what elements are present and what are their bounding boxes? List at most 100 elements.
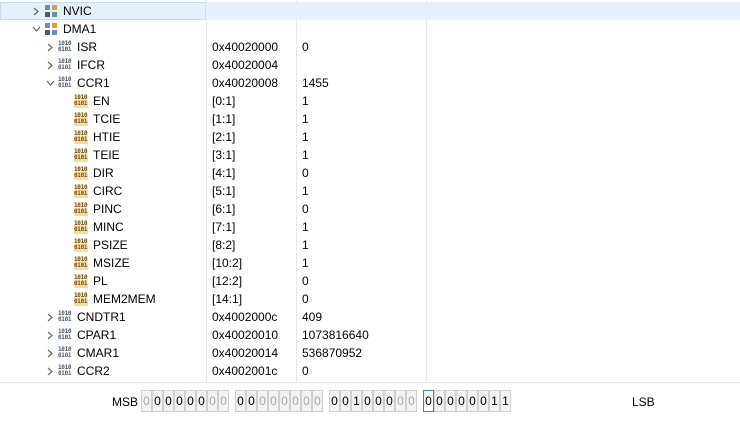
tree-row-ifcr[interactable]: 1010 0101 IFCR 0x40020004 [0, 56, 740, 74]
tree-row-name-cell[interactable]: 1010 0101 IFCR [0, 56, 206, 74]
tree-row-name-cell[interactable]: 1010 0101 MEM2MEM [0, 290, 206, 308]
bit-14[interactable]: 0 [340, 390, 351, 412]
tree-row-cpar1[interactable]: 1010 0101 CPAR1 0x40020010 1073816640 [0, 326, 740, 344]
tree-row-name-cell[interactable]: 1010 0101 CIRC [0, 182, 206, 200]
tree-row-name-cell[interactable]: 1010 0101 CPAR1 [0, 326, 206, 344]
chevron-right-icon[interactable] [44, 38, 56, 56]
tree-row-tcie[interactable]: 1010 0101 TCIE [1:1] 1 [0, 110, 740, 128]
chevron-down-icon[interactable] [30, 20, 42, 38]
value-cell[interactable] [302, 20, 424, 38]
bit-6[interactable]: 0 [434, 390, 445, 412]
tree-row-name-cell[interactable]: 1010 0101 TEIE [0, 146, 206, 164]
value-cell[interactable]: 536870952 [302, 344, 424, 362]
tree-row-name-cell[interactable]: 1010 0101 CCR1 [0, 74, 206, 92]
chevron-right-icon[interactable] [44, 308, 56, 326]
bit-26[interactable]: 0 [196, 390, 207, 412]
bit-28[interactable]: 0 [174, 390, 185, 412]
value-cell[interactable]: 1 [302, 236, 424, 254]
value-cell[interactable]: 1 [302, 110, 424, 128]
tree-row-name-cell[interactable]: 1010 0101 CCR2 [0, 362, 206, 380]
value-cell[interactable]: 0 [302, 272, 424, 290]
bit-11[interactable]: 0 [373, 390, 384, 412]
value-cell[interactable] [302, 56, 424, 74]
tree-row-name-cell[interactable]: 1010 0101 PINC [0, 200, 206, 218]
value-cell[interactable]: 1 [302, 146, 424, 164]
tree-row-ccr2[interactable]: 1010 0101 CCR2 0x4002001c 0 [0, 362, 740, 380]
tree-row-cndtr1[interactable]: 1010 0101 CNDTR1 0x4002000c 409 [0, 308, 740, 326]
tree-row-circ[interactable]: 1010 0101 CIRC [5:1] 1 [0, 182, 740, 200]
bit-5[interactable]: 0 [445, 390, 456, 412]
tree-row-name-cell[interactable]: 1010 0101 ISR [0, 38, 206, 56]
bit-23[interactable]: 0 [235, 390, 246, 412]
bit-7[interactable]: 0 [423, 390, 434, 412]
tree-row-name-cell[interactable]: 1010 0101 MINC [0, 218, 206, 236]
chevron-right-icon[interactable] [44, 326, 56, 344]
tree-row-name-cell[interactable]: 1010 0101 HTIE [0, 128, 206, 146]
bit-18[interactable]: 0 [290, 390, 301, 412]
tree-row-name-cell[interactable]: NVIC [0, 2, 206, 20]
tree-row-name-cell[interactable]: 1010 0101 EN [0, 92, 206, 110]
value-cell[interactable]: 0 [302, 290, 424, 308]
tree-row-name-cell[interactable]: 1010 0101 DIR [0, 164, 206, 182]
tree-row-name-cell[interactable]: 1010 0101 PSIZE [0, 236, 206, 254]
bit-24[interactable]: 0 [218, 390, 229, 412]
bit-31[interactable]: 0 [141, 390, 152, 412]
value-cell[interactable]: 1 [302, 128, 424, 146]
tree-row-dir[interactable]: 1010 0101 DIR [4:1] 0 [0, 164, 740, 182]
tree-row-dma1[interactable]: DMA1 [0, 20, 740, 38]
tree-row-teie[interactable]: 1010 0101 TEIE [3:1] 1 [0, 146, 740, 164]
bit-30[interactable]: 0 [152, 390, 163, 412]
tree-row-isr[interactable]: 1010 0101 ISR 0x40020000 0 [0, 38, 740, 56]
chevron-right-icon[interactable] [44, 344, 56, 362]
bit-3[interactable]: 0 [467, 390, 478, 412]
tree-row-cmar1[interactable]: 1010 0101 CMAR1 0x40020014 536870952 [0, 344, 740, 362]
value-cell[interactable]: 0 [302, 200, 424, 218]
tree-row-pl[interactable]: 1010 0101 PL [12:2] 0 [0, 272, 740, 290]
bit-8[interactable]: 0 [406, 390, 417, 412]
bit-20[interactable]: 0 [268, 390, 279, 412]
tree-row-name-cell[interactable]: 1010 0101 CNDTR1 [0, 308, 206, 326]
bit-13[interactable]: 1 [351, 390, 362, 412]
bit-27[interactable]: 0 [185, 390, 196, 412]
tree-row-en[interactable]: 1010 0101 EN [0:1] 1 [0, 92, 740, 110]
chevron-right-icon[interactable] [44, 56, 56, 74]
tree-row-nvic[interactable]: NVIC [0, 2, 740, 20]
value-cell[interactable]: 1 [302, 92, 424, 110]
bit-29[interactable]: 0 [163, 390, 174, 412]
tree-row-name-cell[interactable]: 1010 0101 PL [0, 272, 206, 290]
tree-row-htie[interactable]: 1010 0101 HTIE [2:1] 1 [0, 128, 740, 146]
value-cell[interactable]: 0 [302, 362, 424, 380]
bit-9[interactable]: 0 [395, 390, 406, 412]
value-cell[interactable]: 1073816640 [302, 326, 424, 344]
tree-row-name-cell[interactable]: 1010 0101 MSIZE [0, 254, 206, 272]
bit-0[interactable]: 1 [500, 390, 511, 412]
tree-row-msize[interactable]: 1010 0101 MSIZE [10:2] 1 [0, 254, 740, 272]
tree-row-ccr1[interactable]: 1010 0101 CCR1 0x40020008 1455 [0, 74, 740, 92]
chevron-right-icon[interactable] [30, 2, 42, 20]
chevron-down-icon[interactable] [44, 74, 56, 92]
value-cell[interactable]: 0 [302, 164, 424, 182]
tree-row-name-cell[interactable]: 1010 0101 CMAR1 [0, 344, 206, 362]
value-cell[interactable]: 0 [302, 38, 424, 56]
bit-15[interactable]: 0 [329, 390, 340, 412]
bit-25[interactable]: 0 [207, 390, 218, 412]
bit-17[interactable]: 0 [301, 390, 312, 412]
tree-row-mem2mem[interactable]: 1010 0101 MEM2MEM [14:1] 0 [0, 290, 740, 308]
tree-row-pinc[interactable]: 1010 0101 PINC [6:1] 0 [0, 200, 740, 218]
bit-4[interactable]: 0 [456, 390, 467, 412]
value-cell[interactable]: 1 [302, 182, 424, 200]
bit-12[interactable]: 0 [362, 390, 373, 412]
bit-22[interactable]: 0 [246, 390, 257, 412]
bit-19[interactable]: 0 [279, 390, 290, 412]
bit-2[interactable]: 0 [478, 390, 489, 412]
tree-row-minc[interactable]: 1010 0101 MINC [7:1] 1 [0, 218, 740, 236]
bit-1[interactable]: 1 [489, 390, 500, 412]
value-cell[interactable]: 1 [302, 254, 424, 272]
tree-row-name-cell[interactable]: 1010 0101 TCIE [0, 110, 206, 128]
value-cell[interactable]: 1455 [302, 74, 424, 92]
value-cell[interactable]: 409 [302, 308, 424, 326]
bit-16[interactable]: 0 [312, 390, 323, 412]
bit-21[interactable]: 0 [257, 390, 268, 412]
bit-10[interactable]: 0 [384, 390, 395, 412]
tree-row-name-cell[interactable]: DMA1 [0, 20, 206, 38]
